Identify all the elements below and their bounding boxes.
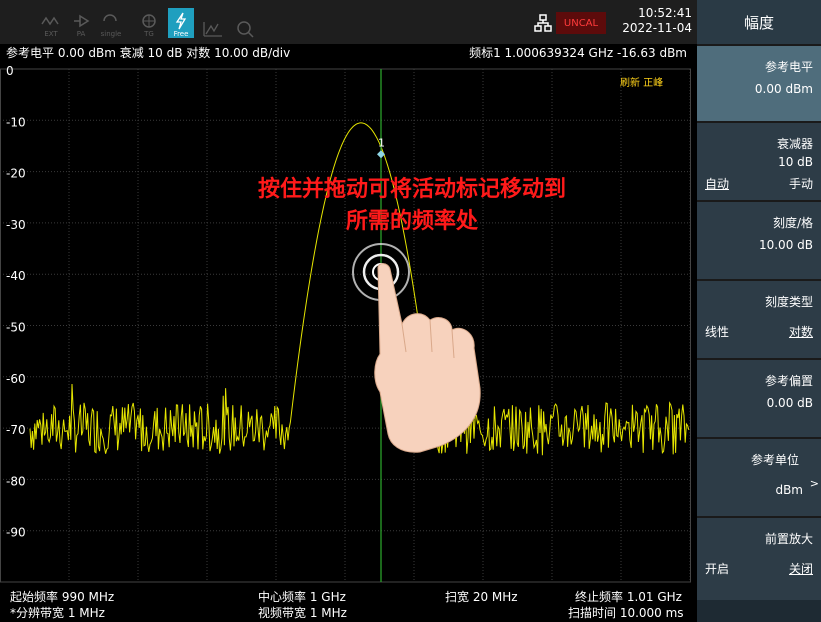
scale-type-linear: 线性 (705, 325, 730, 339)
scale-type-button[interactable]: 刻度类型 线性 对数 (697, 279, 821, 358)
y-tick-label: -60 (6, 372, 26, 386)
pa-icon[interactable]: PA (68, 8, 94, 38)
ref-unit-value: dBm (775, 483, 803, 497)
ref-unit-button[interactable]: 参考单位 dBm > (697, 437, 821, 516)
hint-line-1: 按住并拖动可将活动标记移动到 (258, 176, 566, 202)
hint-line-2: 所需的频率处 (346, 208, 478, 234)
ext-label: EXT (44, 30, 58, 38)
pa-label: PA (76, 30, 86, 38)
free-run-icon[interactable]: Free (168, 8, 194, 38)
hand-pointer-icon (374, 263, 481, 453)
ref-level-label: 参考电平 (764, 60, 813, 74)
sweep-time[interactable]: 扫描时间 10.000 ms (568, 604, 684, 621)
grid (0, 68, 691, 583)
spectrum-display[interactable]: 0 -10 -20 -30 -40 -50 -60 -70 -80 -90 1 刷新 正峰 按住并… (0, 62, 697, 584)
time: 10:52:41 (638, 6, 692, 20)
span[interactable]: 扫宽 20 MHz (445, 588, 518, 605)
uncal-badge: UNCAL (556, 12, 606, 34)
tg-label: TG (144, 30, 154, 38)
y-tick-label: -70 (6, 423, 26, 437)
info-bar: 参考电平 0.00 dBm 衰减 10 dB 对数 10.00 dB/div 频… (0, 44, 697, 62)
bottom-bar: 起始频率 990 MHz 中心频率 1 GHz 扫宽 20 MHz 终止频率 1… (0, 584, 697, 622)
vbw[interactable]: 视频带宽 1 MHz (258, 604, 347, 621)
submenu-arrow-icon: > (809, 477, 819, 490)
scale-div-button[interactable]: 刻度/格 10.00 dB (697, 200, 821, 279)
amplitude-settings: 参考电平 0.00 dBm 衰减 10 dB 对数 10.00 dB/div (6, 46, 291, 60)
single-sweep-icon[interactable]: single (98, 8, 124, 38)
start-frequency[interactable]: 起始频率 990 MHz (10, 588, 114, 605)
attenuator-manual: 手动 (788, 177, 813, 191)
preamp-label: 前置放大 (764, 532, 813, 546)
y-tick-label: -20 (6, 167, 26, 181)
y-tick-label: -10 (6, 115, 26, 129)
network-icon (534, 14, 552, 32)
ref-offset-label: 参考偏置 (764, 374, 813, 388)
ref-offset-value: 0.00 dB (766, 396, 813, 410)
marker-readout: 频标1 1.000639324 GHz -16.63 dBm (469, 46, 687, 60)
y-tick-label: -30 (6, 218, 26, 232)
ref-level-button[interactable]: 参考电平 0.00 dBm (697, 44, 821, 121)
menu-title: 幅度 (697, 0, 821, 44)
toolbar: EXT PA single TG Free UNCAL 10:52:41 202… (0, 0, 697, 44)
clock: 10:52:41 2022-11-04 (610, 6, 692, 36)
center-frequency[interactable]: 中心频率 1 GHz (258, 588, 346, 605)
attenuator-button[interactable]: 衰减器 10 dB 自动 手动 (697, 121, 821, 200)
scale-div-value: 10.00 dB (758, 238, 813, 252)
y-axis-labels: 0 -10 -20 -30 -40 -50 -60 -70 -80 -90 (6, 64, 26, 540)
ext-trigger-icon[interactable]: EXT (38, 8, 64, 38)
y-tick-label: -40 (6, 269, 26, 283)
rbw[interactable]: *分辨带宽 1 MHz (10, 604, 105, 621)
scale-type-log: 对数 (788, 325, 813, 339)
softkey-menu: 幅度 参考电平 0.00 dBm 衰减器 10 dB 自动 手动 刻度/格 10… (697, 0, 821, 622)
attenuator-value: 10 dB (778, 155, 813, 169)
marker-point[interactable] (377, 150, 385, 159)
preamp-off: 关闭 (788, 562, 813, 576)
preamp-on: 开启 (705, 562, 730, 576)
y-tick-label: -80 (6, 474, 26, 488)
ref-unit-label: 参考单位 (750, 453, 799, 467)
y-tick-label: 0 (6, 64, 14, 78)
spectrum-svg[interactable]: 0 -10 -20 -30 -40 -50 -60 -70 -80 -90 1 刷新 正峰 按住并… (0, 62, 697, 584)
scale-type-label: 刻度类型 (764, 295, 813, 309)
date: 2022-11-04 (622, 21, 692, 35)
y-tick-label: -50 (6, 321, 26, 335)
y-tick-label: -90 (6, 526, 26, 540)
zoom-icon[interactable] (232, 8, 258, 38)
stop-frequency[interactable]: 终止频率 1.01 GHz (575, 588, 682, 605)
ref-level-value: 0.00 dBm (754, 82, 813, 96)
attenuator-label: 衰减器 (776, 137, 813, 151)
tg-icon[interactable]: TG (136, 8, 162, 38)
ref-offset-button[interactable]: 参考偏置 0.00 dB (697, 358, 821, 437)
scale-div-label: 刻度/格 (772, 216, 813, 230)
marker-number: 1 (378, 136, 385, 149)
free-label: Free (173, 30, 189, 38)
detector-mode: 刷新 正峰 (620, 76, 663, 89)
peak-icon[interactable] (200, 8, 226, 38)
preamp-button[interactable]: 前置放大 开启 关闭 (697, 516, 821, 600)
single-label: single (100, 30, 122, 38)
attenuator-auto: 自动 (705, 177, 730, 191)
